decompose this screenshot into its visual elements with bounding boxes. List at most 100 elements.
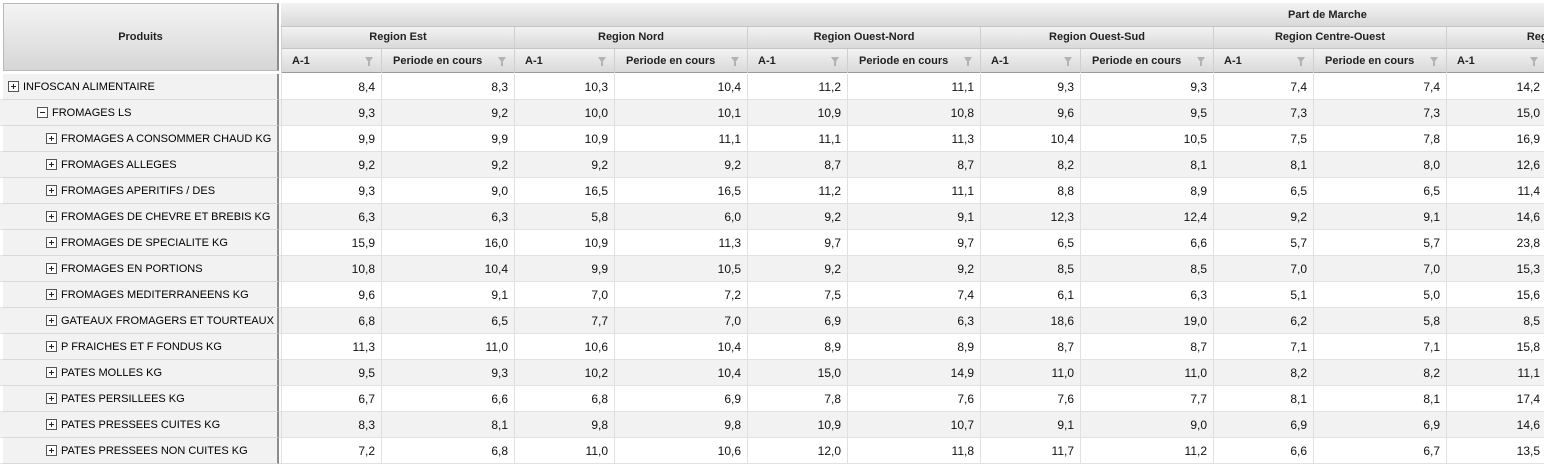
table-cell[interactable]: 16,0 (381, 230, 514, 256)
filter-icon[interactable] (1297, 57, 1305, 66)
table-cell[interactable]: 11,2 (1080, 438, 1213, 464)
table-cell[interactable]: 6,3 (1080, 282, 1213, 308)
column-header-periode[interactable]: Periode en cours (847, 49, 980, 73)
table-cell[interactable]: 7,5 (1213, 126, 1313, 152)
table-cell[interactable]: 9,2 (1213, 204, 1313, 230)
table-cell[interactable]: 10,7 (847, 412, 980, 438)
table-cell[interactable]: 19,0 (1080, 308, 1213, 334)
table-cell[interactable]: 5,7 (1313, 230, 1446, 256)
table-cell[interactable]: 8,1 (1080, 152, 1213, 178)
filter-icon[interactable] (1430, 57, 1438, 66)
table-cell[interactable]: 10,9 (747, 412, 847, 438)
table-cell[interactable]: 10,8 (281, 256, 381, 282)
table-cell[interactable]: 8,5 (1446, 308, 1544, 334)
column-header-a1[interactable]: A-1 (1213, 49, 1313, 73)
table-cell[interactable]: 16,5 (614, 178, 747, 204)
filter-icon[interactable] (498, 57, 506, 66)
table-cell[interactable]: 8,2 (980, 152, 1080, 178)
table-cell[interactable]: 10,0 (514, 100, 614, 126)
table-cell[interactable]: 9,2 (847, 256, 980, 282)
table-cell[interactable]: 9,8 (614, 412, 747, 438)
table-cell[interactable]: 8,0 (1313, 152, 1446, 178)
table-cell[interactable]: 15,8 (1446, 334, 1544, 360)
table-cell[interactable]: 10,8 (847, 100, 980, 126)
table-cell[interactable]: 10,4 (614, 334, 747, 360)
table-cell[interactable]: 8,1 (381, 412, 514, 438)
table-cell[interactable]: 9,5 (1080, 100, 1213, 126)
table-cell[interactable]: 7,0 (514, 282, 614, 308)
row-header[interactable]: FROMAGES A CONSOMMER CHAUD KG (3, 126, 279, 152)
row-header[interactable]: FROMAGES DE SPECIALITE KG (3, 230, 279, 256)
row-header[interactable]: P FRAICHES ET F FONDUS KG (3, 334, 279, 360)
row-header[interactable]: FROMAGES APERITIFS / DES (3, 178, 279, 204)
table-cell[interactable]: 10,1 (614, 100, 747, 126)
expand-plus-icon[interactable] (46, 445, 57, 456)
table-cell[interactable]: 6,9 (1213, 412, 1313, 438)
table-cell[interactable]: 9,3 (281, 100, 381, 126)
table-cell[interactable]: 7,3 (1213, 100, 1313, 126)
expand-plus-icon[interactable] (46, 341, 57, 352)
table-cell[interactable]: 7,7 (514, 308, 614, 334)
table-cell[interactable]: 7,3 (1313, 100, 1446, 126)
table-cell[interactable]: 8,1 (1313, 386, 1446, 412)
table-cell[interactable]: 15,9 (281, 230, 381, 256)
table-cell[interactable]: 8,9 (747, 334, 847, 360)
column-header-a1[interactable]: A-1 (281, 49, 381, 73)
expand-plus-icon[interactable] (46, 237, 57, 248)
table-cell[interactable]: 8,3 (281, 412, 381, 438)
table-cell[interactable]: 6,5 (381, 308, 514, 334)
table-cell[interactable]: 11,1 (847, 74, 980, 100)
expand-plus-icon[interactable] (46, 185, 57, 196)
region-header[interactable]: Region Ouest-Nord (747, 27, 980, 49)
table-cell[interactable]: 8,4 (281, 74, 381, 100)
row-header[interactable]: GATEAUX FROMAGERS ET TOURTEAUX (3, 308, 279, 334)
expand-plus-icon[interactable] (46, 315, 57, 326)
table-cell[interactable]: 9,2 (747, 204, 847, 230)
filter-icon[interactable] (365, 57, 373, 66)
table-cell[interactable]: 7,1 (1213, 334, 1313, 360)
filter-icon[interactable] (1197, 57, 1205, 66)
table-cell[interactable]: 7,2 (281, 438, 381, 464)
table-cell[interactable]: 6,9 (747, 308, 847, 334)
table-cell[interactable]: 16,9 (1446, 126, 1544, 152)
table-cell[interactable]: 7,2 (614, 282, 747, 308)
table-cell[interactable]: 6,7 (1313, 438, 1446, 464)
table-cell[interactable]: 8,9 (1080, 178, 1213, 204)
table-cell[interactable]: 9,1 (1313, 204, 1446, 230)
table-cell[interactable]: 9,0 (381, 178, 514, 204)
column-header-a1[interactable]: A-1 (514, 49, 614, 73)
region-header[interactable]: Region Est (281, 27, 514, 49)
column-header-a1[interactable]: A-1 (1446, 49, 1544, 73)
table-cell[interactable]: 9,3 (381, 360, 514, 386)
table-cell[interactable]: 11,4 (1446, 178, 1544, 204)
table-cell[interactable]: 9,7 (847, 230, 980, 256)
table-cell[interactable]: 6,8 (514, 386, 614, 412)
table-cell[interactable]: 10,4 (614, 360, 747, 386)
table-cell[interactable]: 9,1 (847, 204, 980, 230)
table-cell[interactable]: 5,8 (514, 204, 614, 230)
table-cell[interactable]: 14,2 (1446, 74, 1544, 100)
table-cell[interactable]: 7,4 (847, 282, 980, 308)
expand-plus-icon[interactable] (46, 263, 57, 274)
table-cell[interactable]: 6,6 (1213, 438, 1313, 464)
table-cell[interactable]: 8,1 (1213, 152, 1313, 178)
table-cell[interactable]: 10,6 (614, 438, 747, 464)
table-cell[interactable]: 7,1 (1313, 334, 1446, 360)
table-cell[interactable]: 12,4 (1080, 204, 1213, 230)
table-cell[interactable]: 6,3 (281, 204, 381, 230)
column-header-a1[interactable]: A-1 (980, 49, 1080, 73)
table-cell[interactable]: 9,3 (281, 178, 381, 204)
table-cell[interactable]: 8,7 (1080, 334, 1213, 360)
row-header[interactable]: FROMAGES LS (3, 100, 279, 126)
column-header-periode[interactable]: Periode en cours (381, 49, 514, 73)
measure-title[interactable]: Part de Marche (1288, 3, 1367, 27)
table-cell[interactable]: 6,9 (1313, 412, 1446, 438)
table-cell[interactable]: 6,2 (1213, 308, 1313, 334)
table-cell[interactable]: 15,0 (1446, 100, 1544, 126)
row-header[interactable]: FROMAGES EN PORTIONS (3, 256, 279, 282)
table-cell[interactable]: 7,0 (614, 308, 747, 334)
table-cell[interactable]: 12,6 (1446, 152, 1544, 178)
table-cell[interactable]: 11,1 (614, 126, 747, 152)
region-header[interactable]: Region Nord (514, 27, 747, 49)
region-header[interactable]: Region Ouest-Sud (980, 27, 1213, 49)
